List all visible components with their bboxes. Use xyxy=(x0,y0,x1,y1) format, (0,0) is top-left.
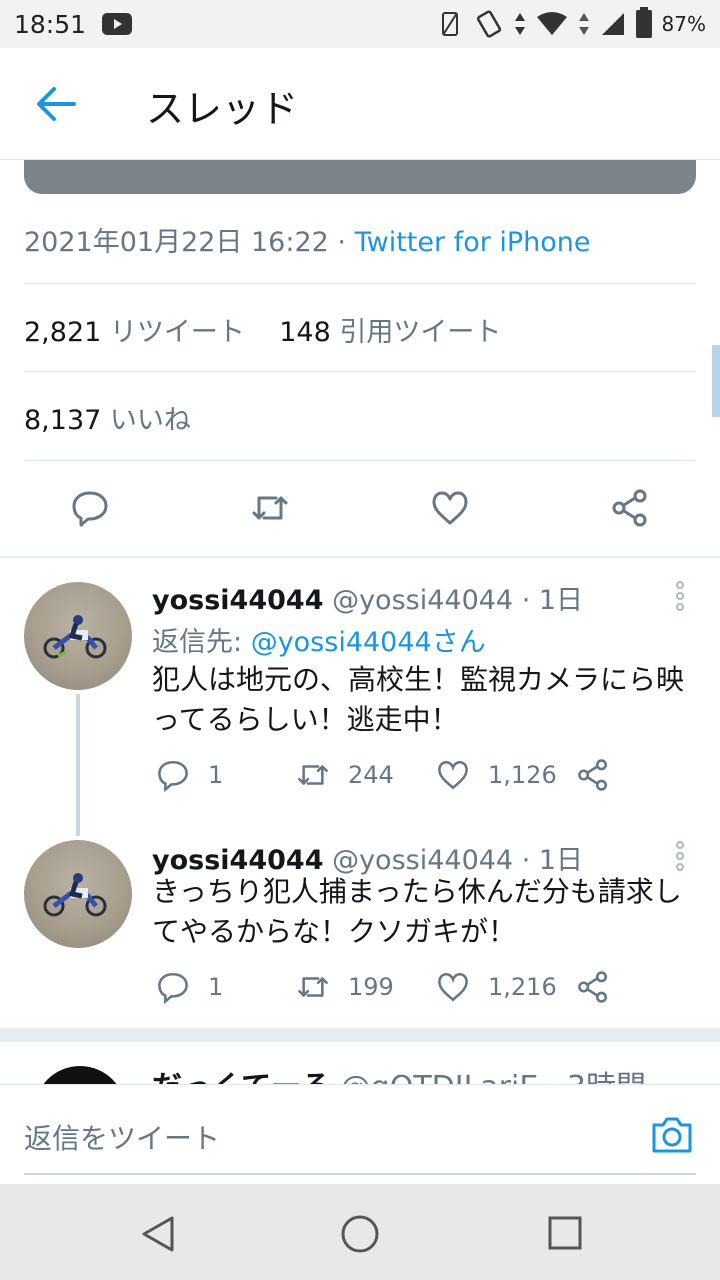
reply-to-label: 返信先: xyxy=(152,627,251,658)
reply-header: だっくてーる @gOTDILariE · 3時間 xyxy=(152,1062,646,1086)
motocross-bike-photo xyxy=(43,873,107,917)
like-stats: 8,137 いいね xyxy=(24,398,191,437)
back-arrow-icon[interactable] xyxy=(34,84,78,124)
quotes-count: 148 xyxy=(279,317,331,348)
retweet-icon[interactable] xyxy=(296,758,330,792)
battery-icon xyxy=(635,7,652,38)
retweets-count: 2,821 xyxy=(24,317,102,348)
display-name[interactable]: yossi44044 xyxy=(152,585,323,616)
reply-icon[interactable] xyxy=(156,758,190,792)
share-icon[interactable] xyxy=(576,758,610,792)
tweet-actions xyxy=(0,470,720,556)
system-nav-bar xyxy=(0,1184,720,1280)
replying-to: 返信先: @yossi44044さん xyxy=(152,620,486,659)
section-divider xyxy=(0,1028,720,1042)
like-heart-icon[interactable] xyxy=(436,758,470,792)
reply-actions: 1 199 1,216 xyxy=(152,970,700,1010)
like-count: 1,216 xyxy=(488,973,557,1001)
motocross-bike-photo xyxy=(43,615,107,659)
reply-time: · 1日 xyxy=(521,585,584,616)
retweet-action[interactable]: 199 xyxy=(296,970,394,1004)
status-bar: 18:51 87% xyxy=(0,0,720,48)
likes-count: 8,137 xyxy=(24,405,102,436)
youtube-notification-icon xyxy=(102,13,133,35)
data-arrows-icon xyxy=(514,13,525,35)
divider xyxy=(24,460,696,461)
tweet-date: 2021年01月22日 16:22 xyxy=(24,227,329,258)
more-options-icon[interactable] xyxy=(670,840,690,872)
avatar[interactable] xyxy=(24,582,132,690)
user-handle[interactable]: @yossi44044 xyxy=(332,585,513,616)
nav-home-icon[interactable] xyxy=(340,1214,380,1254)
wifi-icon xyxy=(536,12,567,35)
scrollbar[interactable] xyxy=(712,345,720,417)
battery-percent: 87% xyxy=(661,12,706,36)
auto-rotate-icon xyxy=(441,12,458,36)
camera-icon[interactable] xyxy=(650,1113,694,1157)
like-action[interactable]: 1,126 xyxy=(436,758,557,792)
status-time: 18:51 xyxy=(14,9,87,39)
avatar[interactable] xyxy=(24,840,132,948)
retweets-label[interactable]: リツイート xyxy=(110,317,245,348)
reply-tweet[interactable]: yossi44044 @yossi44044 · 1日 返信先: @yossi4… xyxy=(0,558,720,836)
like-count: 1,126 xyxy=(488,761,557,789)
retweet-icon[interactable] xyxy=(250,488,290,528)
avatar[interactable] xyxy=(34,1066,126,1086)
reply-icon[interactable] xyxy=(156,970,190,1004)
reply-text: 犯人は地元の、高校生！監視カメラにら映ってるらしい！逃走中！ xyxy=(152,663,685,736)
tweet-timestamp: 2021年01月22日 16:22 · Twitter for iPhone xyxy=(24,220,591,259)
thread-connector xyxy=(76,694,80,836)
retweet-count: 244 xyxy=(348,761,394,789)
reply-count: 1 xyxy=(208,761,224,789)
reply-to-mention[interactable]: @yossi44044さん xyxy=(251,627,486,658)
like-action[interactable]: 1,216 xyxy=(436,970,557,1004)
reply-header: yossi44044 @yossi44044 · 1日 xyxy=(152,578,583,617)
retweet-action[interactable]: 244 xyxy=(296,758,394,792)
divider xyxy=(24,283,696,284)
data-arrows-icon-2 xyxy=(578,13,589,35)
meta-separator: · xyxy=(337,227,347,258)
retweet-icon[interactable] xyxy=(296,970,330,1004)
share-icon[interactable] xyxy=(610,488,650,528)
input-underline xyxy=(24,1173,696,1175)
reply-tweet[interactable]: yossi44044 @yossi44044 · 1日 きっちり犯人捕まったら休… xyxy=(0,826,720,1026)
retweet-stats: 2,821 リツイート 148 引用ツイート xyxy=(24,310,501,349)
share-action[interactable] xyxy=(576,758,610,792)
like-heart-icon[interactable] xyxy=(430,488,470,528)
app-bar: スレッド xyxy=(0,48,720,160)
reply-count: 1 xyxy=(208,973,224,1001)
vibrate-icon xyxy=(476,10,501,38)
nav-back-icon[interactable] xyxy=(140,1214,176,1254)
reply-actions: 1 244 1,126 xyxy=(152,758,700,798)
status-icons: 87% xyxy=(438,7,706,38)
reply-composer[interactable]: 返信をツイート xyxy=(0,1084,720,1184)
share-action[interactable] xyxy=(576,970,610,1004)
reply-text: きっちり犯人捕まったら休んだ分も請求してやるからな！クソガキが！ xyxy=(152,875,682,948)
reply-action[interactable]: 1 xyxy=(156,970,223,1004)
reply-action[interactable]: 1 xyxy=(156,758,223,792)
tweet-source-link[interactable]: Twitter for iPhone xyxy=(355,227,591,258)
likes-label[interactable]: いいね xyxy=(110,405,191,436)
reply-icon[interactable] xyxy=(70,488,110,528)
quotes-label[interactable]: 引用ツイート xyxy=(339,317,501,348)
page-title: スレッド xyxy=(146,87,299,131)
reply-input[interactable]: 返信をツイート xyxy=(24,1117,220,1157)
like-heart-icon[interactable] xyxy=(436,970,470,1004)
divider xyxy=(24,371,696,372)
cell-signal-icon xyxy=(601,13,624,35)
tweet-media[interactable] xyxy=(24,160,696,194)
nav-recents-icon[interactable] xyxy=(548,1216,582,1250)
reply-tweet-partial[interactable]: だっくてーる @gOTDILariE · 3時間 xyxy=(0,1042,720,1086)
more-options-icon[interactable] xyxy=(670,580,690,612)
retweet-count: 199 xyxy=(348,973,394,1001)
share-icon[interactable] xyxy=(576,970,610,1004)
